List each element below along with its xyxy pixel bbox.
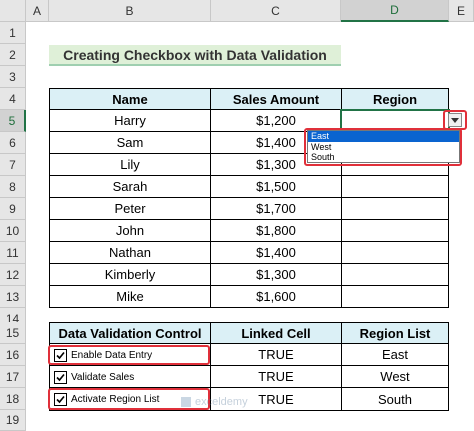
dropdown-option-south[interactable]: South [308,152,459,162]
cell-name[interactable]: Lily [50,154,210,176]
header-region-list[interactable]: Region List [341,322,449,344]
cell-name[interactable]: Harry [50,110,210,132]
row-header-2[interactable]: 2 [0,44,26,66]
column-header-d[interactable]: D [341,0,449,22]
column-header-c[interactable]: C [211,0,341,22]
dropdown-option-west[interactable]: West [308,142,459,152]
cell-amount[interactable]: $1,700 [211,198,341,220]
column-header-b[interactable]: B [49,0,211,22]
row-header-10[interactable]: 10 [0,220,26,242]
cell-amount[interactable]: $1,800 [211,220,341,242]
cell-name[interactable]: Sam [50,132,210,154]
row-header-19[interactable]: 19 [0,410,26,431]
chevron-down-icon [451,117,459,123]
row-header-16[interactable]: 16 [0,344,26,366]
row-header-18[interactable]: 18 [0,388,26,410]
checkmark-icon [56,395,65,403]
row-header-5[interactable]: 5 [0,110,26,132]
row-header-13[interactable]: 13 [0,286,26,308]
column-header-a[interactable]: A [26,0,49,22]
header-sales-amount[interactable]: Sales Amount [210,88,342,110]
column-header-e[interactable]: E [449,0,474,22]
header-name[interactable]: Name [49,88,211,110]
row-header-7[interactable]: 7 [0,154,26,176]
sheet-title-text: Creating Checkbox with Data Validation [63,46,327,63]
checkbox-box[interactable] [54,370,67,384]
checkmark-icon [56,373,65,381]
row-header-12[interactable]: 12 [0,264,26,286]
cell-name[interactable]: Peter [50,198,210,220]
cell-name[interactable]: John [50,220,210,242]
header-linked-cell[interactable]: Linked Cell [210,322,342,344]
row-header-1[interactable]: 1 [0,22,26,44]
watermark-logo: exceldemy [180,396,248,408]
cell-amount[interactable]: $1,300 [211,264,341,286]
header-data-validation-control[interactable]: Data Validation Control [49,322,211,344]
watermark-text: exceldemy [195,396,248,408]
sheet-title: Creating Checkbox with Data Validation [49,45,341,66]
cell-amount[interactable]: $1,400 [211,242,341,264]
row-header-8[interactable]: 8 [0,176,26,198]
row-header-3[interactable]: 3 [0,66,26,88]
checkbox-box[interactable] [54,348,67,362]
cell-name[interactable]: Sarah [50,176,210,198]
cell-region[interactable] [342,264,448,286]
cell-amount[interactable]: $1,500 [211,176,341,198]
checkbox-validate-sales[interactable]: Validate Sales [50,368,208,386]
checkbox-label: Activate Region List [71,393,160,405]
checkbox-label: Validate Sales [71,371,135,383]
cell-amount[interactable]: $1,600 [211,286,341,307]
cell-region[interactable] [342,242,448,264]
select-all-corner[interactable] [0,0,26,22]
cell-region[interactable] [342,286,448,307]
cell-name[interactable]: Mike [50,286,210,307]
linked-cell[interactable]: TRUE [211,344,341,366]
row-header-15[interactable]: 15 [0,322,26,344]
row-header-11[interactable]: 11 [0,242,26,264]
row-header-17[interactable]: 17 [0,366,26,388]
dropdown-option-east[interactable]: East [308,131,459,142]
region-list-cell[interactable]: South [342,388,448,410]
row-header-9[interactable]: 9 [0,198,26,220]
checkbox-box[interactable] [54,392,67,406]
region-list-cell[interactable]: West [342,366,448,388]
checkmark-icon [56,351,65,359]
dropdown-arrow-button[interactable] [448,113,462,127]
cell-name[interactable]: Nathan [50,242,210,264]
row-header-6[interactable]: 6 [0,132,26,154]
row-header-4[interactable]: 4 [0,88,26,110]
header-region[interactable]: Region [341,88,449,110]
cell-region[interactable] [342,198,448,220]
checkbox-enable-data-entry[interactable]: Enable Data Entry [48,345,210,365]
dropdown-list[interactable]: East West South [307,130,460,163]
cell-name[interactable]: Kimberly [50,264,210,286]
checkbox-label: Enable Data Entry [71,349,153,361]
cell-region[interactable] [342,176,448,198]
linked-cell[interactable]: TRUE [211,366,341,388]
region-list-cell[interactable]: East [342,344,448,366]
exceldemy-logo-icon [181,397,191,407]
cell-region[interactable] [342,220,448,242]
